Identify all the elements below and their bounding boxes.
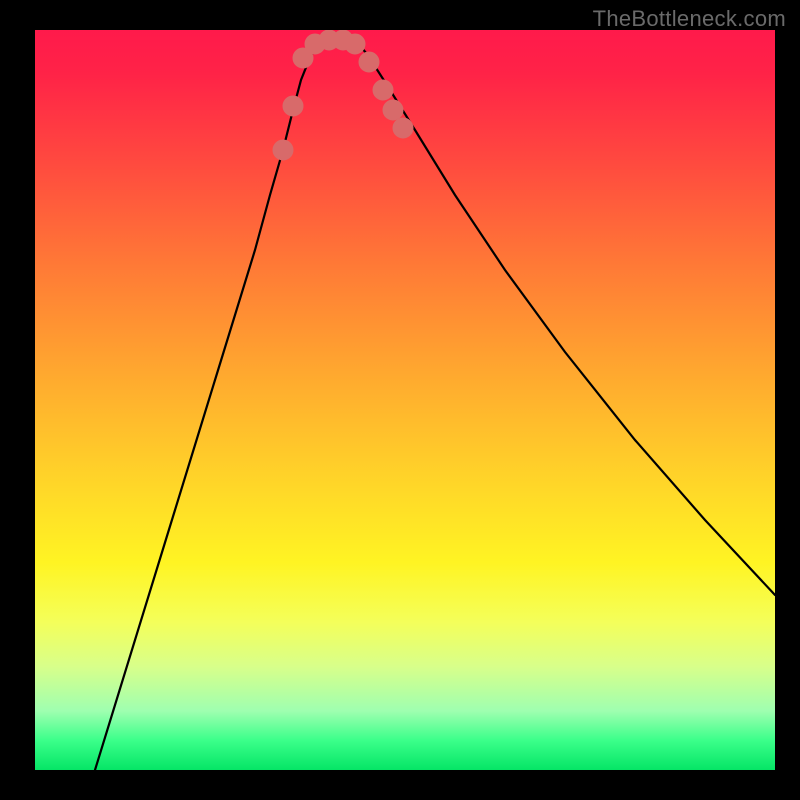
curve-marker: [273, 140, 293, 160]
curve-marker: [393, 118, 413, 138]
curve-markers: [273, 30, 413, 160]
chart-frame: TheBottleneck.com: [0, 0, 800, 800]
curve-marker: [283, 96, 303, 116]
curve-marker: [383, 100, 403, 120]
curve-marker: [359, 52, 379, 72]
bottleneck-curve: [95, 36, 775, 770]
watermark-text: TheBottleneck.com: [593, 6, 786, 32]
chart-svg: [35, 30, 775, 770]
curve-marker: [373, 80, 393, 100]
curve-marker: [345, 34, 365, 54]
plot-area: [35, 30, 775, 770]
